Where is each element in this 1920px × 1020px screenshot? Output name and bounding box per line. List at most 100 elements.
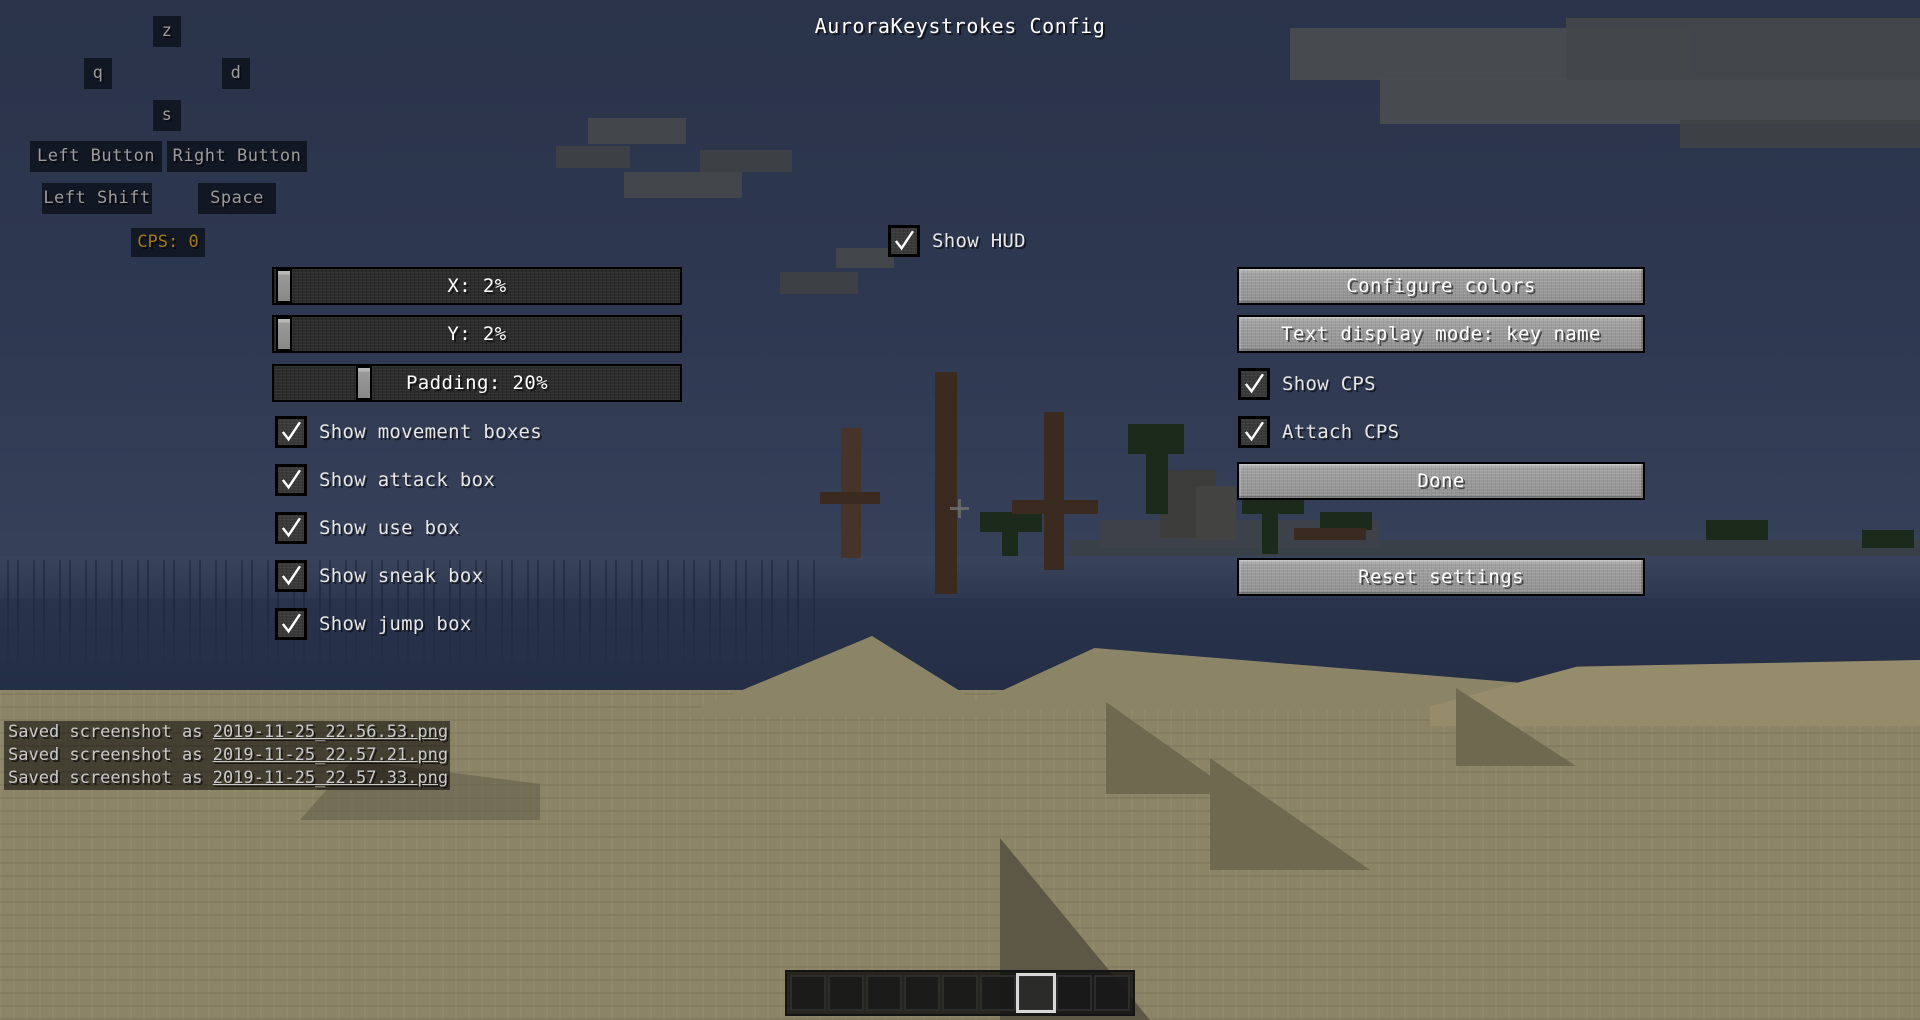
checkbox-label: Show use box [319,517,460,539]
cloud [624,172,742,198]
screenshot-filename-link[interactable]: 2019-11-25_22.57.33.png [213,768,448,788]
done-button[interactable]: Done [1237,462,1645,500]
checkbox-attach-cps[interactable]: Attach CPS [1238,416,1399,448]
key-box-z: z [153,16,181,47]
reset-settings-button[interactable]: Reset settings [1237,558,1645,596]
hotbar-slot[interactable] [828,975,864,1011]
checkbox-box[interactable] [275,416,307,448]
checkbox-show-attack-box[interactable]: Show attack box [275,464,495,496]
cloud [1380,78,1920,124]
checkbox-show-cps[interactable]: Show CPS [1238,368,1376,400]
checkbox-box[interactable] [1238,416,1270,448]
crosshair [958,499,961,518]
check-icon [1244,373,1264,394]
hotbar [785,970,1135,1016]
cloud [700,150,792,172]
tree [1706,520,1768,540]
key-label: Right Button [172,146,302,166]
wooden-post [935,372,957,594]
key-box-d: d [222,58,250,89]
cloud [588,118,686,144]
slider-value-label: Y: 2% [447,323,507,345]
button-label: Configure colors [1346,275,1536,297]
key-label: z [161,21,173,41]
slider-y[interactable]: Y: 2% [272,315,682,353]
key-box-right-button: Right Button [167,141,307,172]
cloud [1680,120,1920,148]
checkbox-box[interactable] [1238,368,1270,400]
checkbox-label: Show CPS [1282,373,1376,395]
check-icon [894,230,914,251]
text-display-mode-button[interactable]: Text display mode: key name [1237,315,1645,353]
check-icon [1244,421,1264,442]
cloud [780,272,858,294]
configure-colors-button[interactable]: Configure colors [1237,267,1645,305]
key-box-left-button: Left Button [30,141,162,172]
hotbar-slot[interactable] [790,975,826,1011]
checkbox-label: Show jump box [319,613,472,635]
wooden-post-arm [1012,500,1098,514]
key-label: q [92,63,104,83]
checkbox-box[interactable] [275,608,307,640]
chat-line: Saved screenshot as 2019-11-25_22.56.53.… [4,721,451,744]
hotbar-slot-selected[interactable] [1016,973,1056,1013]
chat-message-prefix: Saved screenshot as [8,768,213,788]
wooden-post-arm [1294,528,1366,540]
tree [1862,530,1914,548]
tree [1146,442,1168,514]
hotbar-slot[interactable] [1094,975,1130,1011]
check-icon [281,421,301,442]
key-label: Space [210,188,264,208]
check-icon [281,565,301,586]
chat-line: Saved screenshot as 2019-11-25_22.57.21.… [4,744,451,767]
checkbox-box[interactable] [275,560,307,592]
cps-counter: CPS: 0 [131,228,205,257]
checkbox-show-sneak-box[interactable]: Show sneak box [275,560,483,592]
button-label: Reset settings [1358,566,1524,588]
hotbar-slot[interactable] [904,975,940,1011]
checkbox-box[interactable] [888,225,920,257]
checkbox-show-jump-box[interactable]: Show jump box [275,608,472,640]
cloud [836,248,894,268]
cloud [556,146,630,168]
page-title: AuroraKeystrokes Config [814,14,1106,38]
key-label: s [161,105,173,125]
slider-x[interactable]: X: 2% [272,267,682,305]
checkbox-show-movement-boxes[interactable]: Show movement boxes [275,416,542,448]
checkbox-label: Attach CPS [1282,421,1400,443]
hotbar-slot[interactable] [866,975,902,1011]
checkbox-box[interactable] [275,512,307,544]
hotbar-slot[interactable] [942,975,978,1011]
key-box-s: s [153,100,181,131]
key-label: d [230,63,242,83]
button-label: Done [1417,470,1465,492]
slider-value-label: X: 2% [447,275,507,297]
key-box-space: Space [198,183,276,214]
checkbox-label: Show sneak box [319,565,484,587]
key-box-left-shift: Left Shift [42,183,152,214]
checkbox-show-hud[interactable]: Show HUD [888,225,1026,257]
check-icon [281,469,301,490]
checkbox-label: Show attack box [319,469,496,491]
checkbox-show-use-box[interactable]: Show use box [275,512,460,544]
minecraft-game-screen: AuroraKeystrokes Config z q d s Left But… [0,0,1920,1020]
key-box-q: q [84,58,112,89]
hotbar-slot[interactable] [980,975,1016,1011]
hotbar-slot[interactable] [1056,975,1092,1011]
screenshot-filename-link[interactable]: 2019-11-25_22.57.21.png [213,745,448,765]
wooden-post-arm [820,492,880,504]
checkbox-box[interactable] [275,464,307,496]
chat-message-prefix: Saved screenshot as [8,722,213,742]
wooden-post [1044,412,1064,570]
checkbox-label: Show HUD [932,230,1026,252]
check-icon [281,613,301,634]
key-label: Left Shift [43,188,151,208]
chat-line: Saved screenshot as 2019-11-25_22.57.33.… [4,767,451,790]
button-label: Text display mode: key name [1281,323,1601,345]
screenshot-filename-link[interactable]: 2019-11-25_22.56.53.png [213,722,448,742]
slider-padding[interactable]: Padding: 20% [272,364,682,402]
cps-label: CPS: 0 [137,232,199,252]
slider-value-label: Padding: 20% [405,372,549,394]
key-label: Left Button [36,146,156,166]
tree [1262,506,1278,554]
